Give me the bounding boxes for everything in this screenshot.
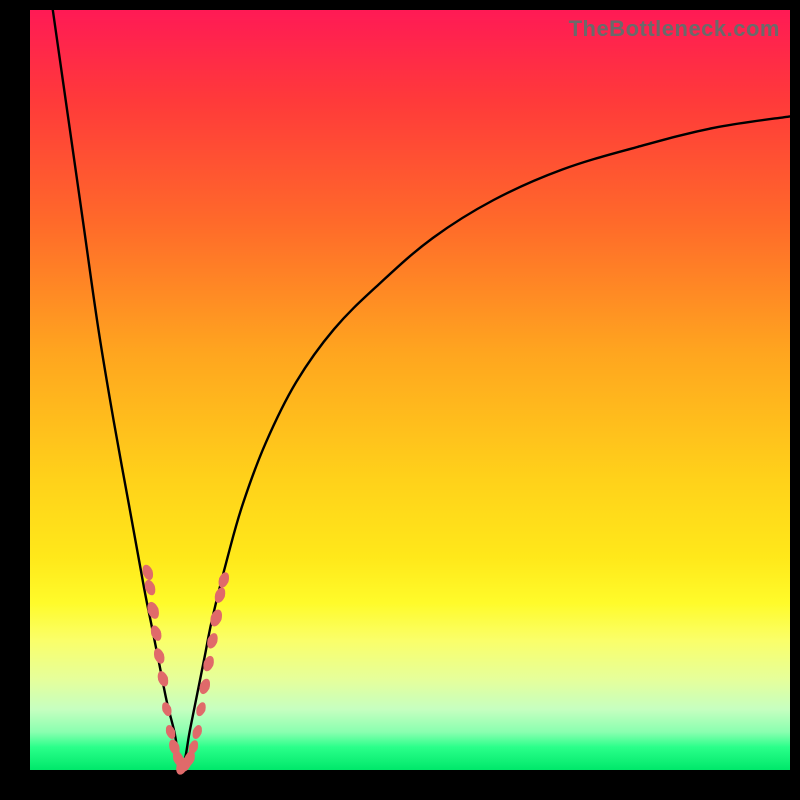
data-marker-cap [143, 567, 153, 577]
chart-svg [30, 10, 790, 770]
data-marker-cap [200, 681, 210, 691]
data-marker-cap [211, 613, 222, 624]
data-marker-cap [162, 705, 171, 714]
marker-group [141, 563, 231, 776]
data-marker-cap [204, 659, 214, 669]
data-marker-cap [197, 705, 206, 714]
data-marker-cap [207, 636, 217, 646]
data-marker-cap [189, 743, 198, 752]
data-marker-cap [193, 728, 202, 737]
data-marker-cap [154, 651, 164, 661]
data-marker-cap [158, 674, 168, 684]
data-marker-cap [185, 754, 195, 764]
chart-frame: TheBottleneck.com [0, 0, 800, 800]
plot-area: TheBottleneck.com [30, 10, 790, 770]
data-marker-cap [151, 628, 161, 638]
data-marker-cap [215, 590, 225, 600]
data-marker-cap [166, 728, 175, 737]
curve-right-branch [182, 116, 790, 770]
data-marker-cap [219, 575, 229, 585]
data-marker-cap [169, 742, 179, 752]
data-marker-cap [145, 583, 155, 593]
data-marker-cap [148, 605, 159, 616]
